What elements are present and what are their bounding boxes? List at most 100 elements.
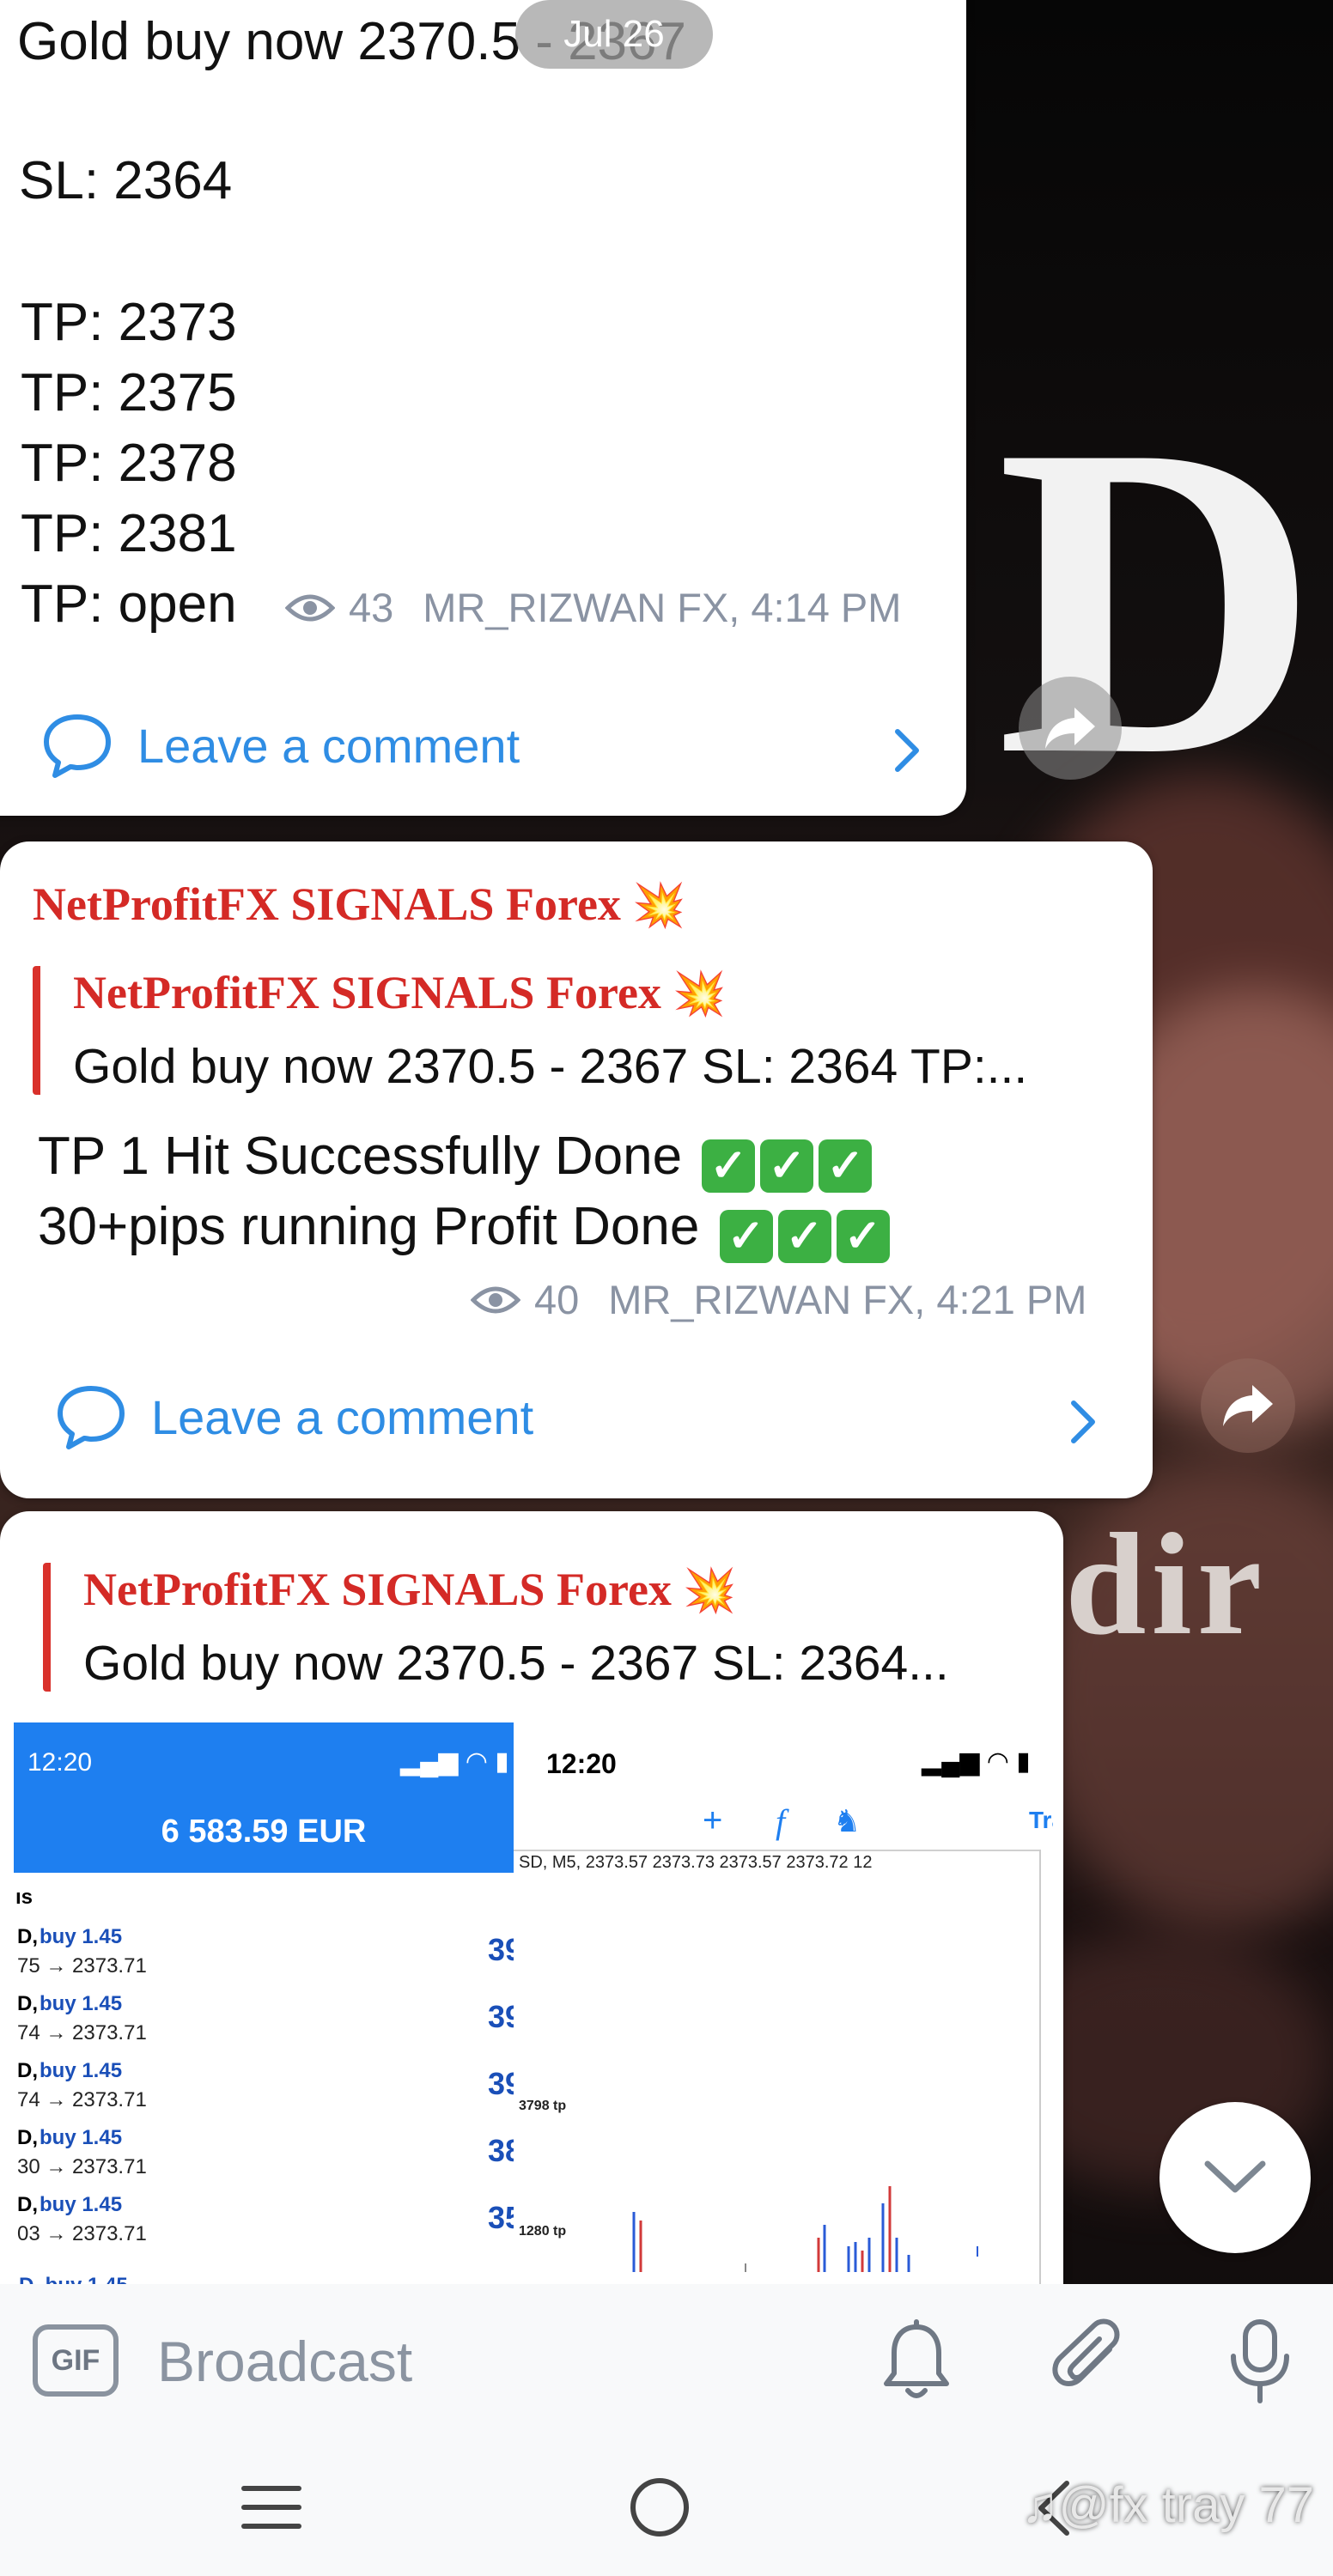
channel-name: NetProfitFX SIGNALS Forex 💥	[33, 878, 686, 931]
view-count: 40	[534, 1277, 580, 1322]
reply-snippet: Gold buy now 2370.5 - 2367 SL: 2364...	[83, 1636, 949, 1691]
trade-symbol: D,	[17, 2126, 38, 2149]
paperclip-icon[interactable]	[1050, 2318, 1129, 2404]
trade-row[interactable]: D,buy 1.45 75 → 2373.71 39	[14, 1925, 514, 1992]
gif-icon[interactable]: GIF	[33, 2324, 119, 2397]
tp-line-3: TP: 2378	[21, 434, 237, 493]
compose-bar: GIF Broadcast	[0, 2284, 1333, 2439]
trade-history-screenshot[interactable]: 12:20 ▂▄▆ ◠ ▮ 6 583.59 EUR ıs D, buy 1.45…	[14, 1722, 514, 2289]
message-bubble-3[interactable]: NetProfitFX SIGNALS Forex 💥 Gold buy now…	[0, 1511, 1063, 2318]
reply-channel-text: NetProfitFX SIGNALS Forex	[83, 1564, 672, 1615]
message-meta: 40 MR_RIZWAN FX, 4:21 PM	[471, 1276, 1086, 1323]
channel-name-text: NetProfitFX SIGNALS Forex	[33, 878, 621, 930]
comment-icon	[58, 1386, 125, 1449]
home-icon[interactable]	[627, 2475, 692, 2540]
leave-comment-label: Leave a comment	[151, 1389, 534, 1444]
trade-price: 75 → 2373.71	[17, 1954, 147, 1978]
gif-label: GIF	[51, 2343, 100, 2377]
check-mark-icon: ✓	[719, 1210, 773, 1263]
reply-channel-text: NetProfitFX SIGNALS Forex	[73, 967, 661, 1018]
eye-icon	[471, 1286, 520, 1313]
check-mark-icon: ✓	[819, 1139, 873, 1193]
watermark: ♫@fx tray 77	[1021, 2477, 1314, 2533]
date-overlay-tag: Jul 26	[515, 0, 713, 69]
tp-line-5: TP: open	[21, 574, 237, 634]
leave-comment-button[interactable]: Leave a comment	[0, 702, 966, 788]
reply-quote[interactable]: NetProfitFX SIGNALS Forex 💥 Gold buy now…	[33, 966, 1105, 1095]
price-axis	[1039, 1850, 1053, 2289]
trade-price: 74 → 2373.71	[17, 2088, 147, 2111]
trade-row[interactable]: D,buy 1.45 74 → 2373.71 39	[14, 2059, 514, 2126]
check-mark-icon: ✓	[836, 1210, 890, 1263]
tp-hit-line: TP 1 Hit Successfully Done ✓ ✓ ✓	[38, 1127, 873, 1193]
mic-icon[interactable]	[1226, 2317, 1293, 2408]
trade-profit: 39	[488, 1999, 514, 2034]
background-letters-dir: dir	[1065, 1504, 1268, 1665]
eye-icon	[285, 594, 335, 621]
balance-value: 6 583.59 EUR	[161, 1814, 367, 1850]
trade-type: buy 1.45	[40, 2193, 123, 2216]
trade-type: buy 1.45	[40, 2059, 123, 2082]
trade-symbol: D,	[17, 2193, 38, 2216]
reply-snippet: Gold buy now 2370.5 - 2367 SL: 2364 TP:.…	[73, 1039, 1028, 1094]
trade-row[interactable]: D,buy 1.45 03 → 2373.71 35	[14, 2193, 514, 2260]
candle-chart	[632, 2186, 978, 2272]
message-bubble-1[interactable]: Gold buy now 2370.5 - 2367 Jul 26 SL: 23…	[0, 0, 966, 816]
message-meta: 43 MR_RIZWAN FX, 4:14 PM	[285, 584, 901, 631]
trade-profit: 39	[488, 2066, 514, 2101]
tp-hit-text: TP 1 Hit Successfully Done	[38, 1127, 683, 1186]
collision-emoji: 💥	[632, 881, 686, 929]
share-icon	[1223, 1385, 1273, 1426]
trade-type: buy 1.45	[40, 2126, 123, 2149]
share-icon	[1045, 708, 1095, 749]
trade-profit: 39	[488, 1932, 514, 1967]
leave-comment-button[interactable]: Leave a comment	[0, 1374, 1153, 1460]
stop-loss-line: SL: 2364	[19, 151, 233, 210]
trade-type: buy 1.45	[40, 1925, 123, 1948]
trade-profit: 38	[488, 2133, 514, 2168]
chart-screenshot[interactable]: 12:20 ▂▄▆ ◠ ▮ + f ♞ Tra SD, M5, 2373.57 …	[514, 1722, 1053, 2289]
signal-icon: ▂▄▆ ◠ ▮	[400, 1747, 509, 1776]
reply-channel-name: NetProfitFX SIGNALS Forex 💥	[83, 1563, 737, 1616]
comment-icon	[44, 714, 111, 778]
bell-icon[interactable]	[881, 2318, 952, 2404]
message-bubble-2[interactable]: NetProfitFX SIGNALS Forex 💥 NetProfitFX …	[0, 841, 1153, 1498]
date-overlay-text: Jul 26	[563, 13, 665, 55]
check-mark-icon: ✓	[760, 1139, 814, 1193]
check-mark-icon: ✓	[702, 1139, 756, 1193]
trade-symbol: D,	[17, 1925, 38, 1948]
menu-icon[interactable]	[240, 2483, 302, 2531]
reply-quote[interactable]: NetProfitFX SIGNALS Forex 💥 Gold buy now…	[43, 1563, 1038, 1692]
collision-emoji: 💥	[673, 969, 727, 1018]
trade-row[interactable]: D,buy 1.45 30 → 2373.71 38	[14, 2126, 514, 2193]
check-mark-icon: ✓	[777, 1210, 831, 1263]
list-header: ıs	[15, 1886, 33, 1909]
author-time: MR_RIZWAN FX, 4:14 PM	[423, 585, 902, 630]
author-time: MR_RIZWAN FX, 4:21 PM	[608, 1277, 1087, 1322]
running-profit-text: 30+pips running Profit Done	[38, 1197, 700, 1256]
trade-type: buy 1.45	[40, 1992, 123, 2015]
balance-header: 12:20 ▂▄▆ ◠ ▮ 6 583.59 EUR	[14, 1722, 514, 1873]
tp-line-4: TP: 2381	[21, 504, 237, 563]
broadcast-input[interactable]: Broadcast	[157, 2329, 412, 2394]
trade-price: 30 → 2373.71	[17, 2155, 147, 2178]
share-button[interactable]	[1019, 677, 1122, 780]
scroll-down-button[interactable]	[1160, 2102, 1311, 2253]
trade-tab[interactable]: Tra	[1029, 1807, 1053, 1834]
collision-emoji: 💥	[683, 1566, 737, 1614]
view-count: 43	[349, 585, 394, 630]
trade-price: 03 → 2373.71	[17, 2222, 147, 2245]
trade-symbol: D,	[17, 1992, 38, 2015]
tp-line-2: TP: 2375	[21, 363, 237, 422]
tp-line-1: TP: 2373	[21, 293, 237, 352]
chevron-right-icon	[1071, 1400, 1095, 1443]
running-profit-line: 30+pips running Profit Done ✓ ✓ ✓	[38, 1200, 890, 1263]
chevron-right-icon	[895, 729, 919, 772]
trade-profit: 35	[488, 2200, 514, 2235]
trade-symbol: D,	[17, 2059, 38, 2082]
share-button[interactable]	[1201, 1358, 1295, 1453]
trade-row[interactable]: D,buy 1.45 74 → 2373.71 39	[14, 1992, 514, 2059]
chevron-down-icon	[1204, 2160, 1266, 2193]
reply-channel-name: NetProfitFX SIGNALS Forex 💥	[73, 966, 727, 1019]
leave-comment-label: Leave a comment	[137, 718, 520, 773]
